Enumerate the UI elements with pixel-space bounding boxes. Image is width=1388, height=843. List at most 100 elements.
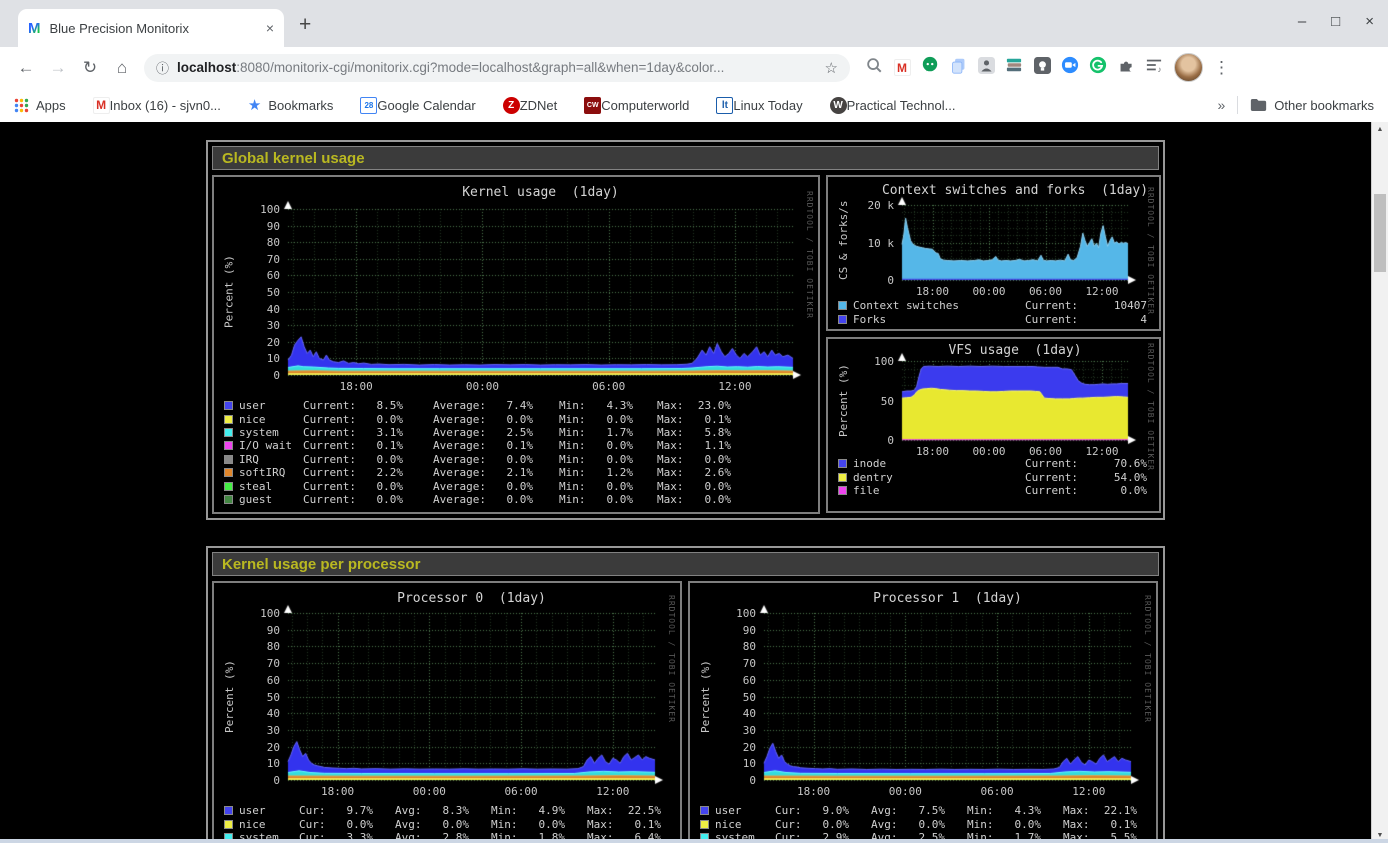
legend-series-name: Context switches <box>853 299 1025 312</box>
scrollbar[interactable]: ▲ ▼ <box>1371 122 1388 843</box>
x-tick: 18:00 <box>332 380 380 393</box>
legend-stat-value: 0.0% <box>687 480 731 493</box>
legend-stat-label: Average: <box>433 466 489 479</box>
y-tick: 20 <box>690 741 756 754</box>
search-button[interactable] <box>864 58 884 78</box>
home-icon[interactable]: ⌂ <box>109 58 135 78</box>
back-icon[interactable]: ← <box>13 58 39 78</box>
y-tick: 60 <box>690 674 756 687</box>
x-tick: 12:00 <box>711 380 759 393</box>
bookmark-star-icon[interactable]: ☆ <box>825 59 838 77</box>
bookmark-practical-technol[interactable]: WPractical Technol... <box>830 97 956 114</box>
forward-icon[interactable]: → <box>45 58 71 78</box>
plot-canvas <box>758 604 1140 786</box>
y-tick: 90 <box>214 624 280 637</box>
other-bookmarks-button[interactable]: Other bookmarks <box>1250 98 1374 113</box>
books-button[interactable] <box>1004 58 1024 78</box>
legend-stat-label: Max: <box>657 453 687 466</box>
reading-list-button[interactable]: ♪ <box>1144 58 1164 78</box>
copy-icon <box>950 57 967 79</box>
browser-tab[interactable]: M Blue Precision Monitorix × <box>18 9 284 47</box>
extension-icons: M♪ <box>864 58 1164 78</box>
window-close-icon[interactable]: × <box>1365 13 1374 30</box>
legend-stat-value: 0.0% <box>589 439 633 452</box>
legend-stat-label: Current: <box>303 439 359 452</box>
bookmark-google-calendar[interactable]: 28Google Calendar <box>360 97 475 114</box>
legend-color-swatch <box>224 455 233 464</box>
grammarly-button[interactable] <box>1088 58 1108 78</box>
graph-context-switches[interactable]: Context switches and forks (1day)RRDTOOL… <box>826 175 1161 331</box>
legend-stat-value: 5.8% <box>687 426 731 439</box>
apps-grid-icon <box>14 98 29 113</box>
chart-legend: userCur:9.7%Avg:8.3%Min:4.9%Max:22.5%nic… <box>224 804 676 843</box>
graph-processor-0[interactable]: Processor 0 (1day)RRDTOOL / TOBI OETIKER… <box>212 581 682 843</box>
legend-stat-value: 0.0% <box>359 453 403 466</box>
person-button[interactable] <box>976 58 996 78</box>
rrdtool-watermark: RRDTOOL / TOBI OETIKER <box>1146 343 1155 471</box>
legend-stat-value: 70.6% <box>1095 457 1147 470</box>
bookmarks-overflow-icon[interactable]: » <box>1218 97 1226 113</box>
window-controls: – □ × <box>1298 13 1374 30</box>
copy-button[interactable] <box>948 58 968 78</box>
legend-stat-value: 8.3% <box>425 804 469 817</box>
legend-stat-value: 8.5% <box>359 399 403 412</box>
legend-stat-label: Max: <box>587 804 617 817</box>
x-tick: 06:00 <box>585 380 633 393</box>
scroll-up-icon[interactable]: ▲ <box>1372 126 1388 133</box>
legend-stat-value: 2.2% <box>359 466 403 479</box>
address-bar[interactable]: ⓘ localhost:8080/monitorix-cgi/monitorix… <box>144 54 850 82</box>
legend-color-swatch <box>838 315 847 324</box>
minimize-icon[interactable]: – <box>1298 13 1306 30</box>
legend-stat-label: Average: <box>433 493 489 506</box>
x-tick: 06:00 <box>973 785 1021 798</box>
bookmark-apps[interactable]: Apps <box>14 98 66 113</box>
rrdtool-watermark: RRDTOOL / TOBI OETIKER <box>1146 187 1155 315</box>
x-tick: 12:00 <box>589 785 637 798</box>
site-info-icon[interactable]: ⓘ <box>156 58 169 77</box>
bookmark-inbox-16-sjvn0[interactable]: MInbox (16) - sjvn0... <box>93 97 221 114</box>
maximize-icon[interactable]: □ <box>1331 13 1340 30</box>
puzzle-button[interactable] <box>1116 58 1136 78</box>
gmail-ext-button[interactable]: M <box>892 58 912 78</box>
graph-kernel-usage[interactable]: Kernel usage (1day)RRDTOOL / TOBI OETIKE… <box>212 175 820 514</box>
legend-stat-value: 0.1% <box>617 818 661 831</box>
chart-legend: userCur:9.0%Avg:7.5%Min:4.3%Max:22.1%nic… <box>700 804 1152 843</box>
legend-stat-value: 0.0% <box>329 818 373 831</box>
url-text: localhost:8080/monitorix-cgi/monitorix.c… <box>177 60 817 75</box>
profile-avatar[interactable] <box>1174 53 1203 82</box>
y-tick: 0 <box>828 274 894 287</box>
scroll-down-icon[interactable]: ▼ <box>1372 832 1388 839</box>
chrome-menu-icon[interactable]: ⋮ <box>1213 58 1230 78</box>
legend-series-name: system <box>239 426 303 439</box>
y-tick: 40 <box>214 303 280 316</box>
legend-stat-label: Min: <box>559 399 589 412</box>
tab-close-icon[interactable]: × <box>266 20 274 36</box>
graph-vfs-usage[interactable]: VFS usage (1day)RRDTOOL / TOBI OETIKERPe… <box>826 337 1161 513</box>
legend-stat-value: 0.0% <box>589 493 633 506</box>
lamp-button[interactable] <box>1032 58 1052 78</box>
new-tab-button[interactable]: + <box>299 13 311 37</box>
legend-stat-label: Current: <box>303 413 359 426</box>
hangouts-button[interactable] <box>920 58 940 78</box>
bookmark-zdnet[interactable]: ZZDNet <box>503 97 558 114</box>
legend-stat-value: 0.0% <box>589 480 633 493</box>
legend-series-name: inode <box>853 457 1025 470</box>
legend-stat-value: 0.0% <box>489 453 533 466</box>
zoom-cam-button[interactable] <box>1060 58 1080 78</box>
graph-processor-1[interactable]: Processor 1 (1day)RRDTOOL / TOBI OETIKER… <box>688 581 1158 843</box>
reload-icon[interactable]: ↻ <box>77 58 103 78</box>
legend-stat-value: 0.0% <box>687 493 731 506</box>
legend-stat-value: 4.3% <box>997 804 1041 817</box>
scrollbar-thumb[interactable] <box>1374 194 1386 272</box>
bookmark-bookmarks[interactable]: ★Bookmarks <box>248 96 333 114</box>
legend-stat-label: Max: <box>1063 804 1093 817</box>
bookmark-label: Bookmarks <box>268 98 333 113</box>
y-tick: 50 <box>828 395 894 408</box>
legend-stat-label: Max: <box>657 426 687 439</box>
bookmark-computerworld[interactable]: CWComputerworld <box>584 97 689 114</box>
bookmark-linux-today[interactable]: ltLinux Today <box>716 97 802 114</box>
legend-stat-value: 22.1% <box>1093 804 1137 817</box>
legend-stat-label: Cur: <box>775 804 805 817</box>
legend-stat-value: 54.0% <box>1095 471 1147 484</box>
y-tick: 10 k <box>828 237 894 250</box>
